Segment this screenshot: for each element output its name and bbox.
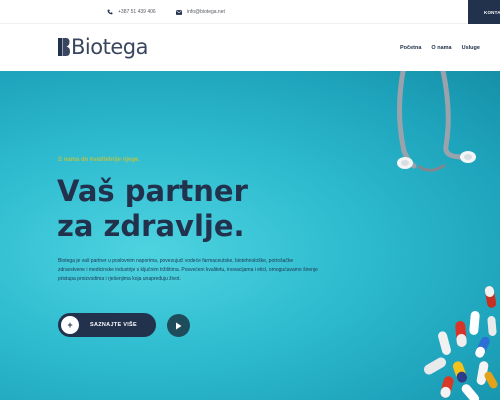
nav-item-pocetna[interactable]: Početna <box>400 45 421 51</box>
hero-title: Vaš partner za zdravlje. <box>57 174 248 244</box>
contact-button[interactable]: KONTAKT <box>468 0 500 24</box>
play-icon <box>176 322 182 329</box>
plus-icon: + <box>61 316 79 334</box>
hero-section: S nama do kvalitetnije njege. Vaš partne… <box>0 71 500 400</box>
top-bar: +387 51 439 406 info@biotega.net KONTAKT <box>0 0 500 24</box>
nav-item-o-nama[interactable]: O nama <box>431 45 451 51</box>
stethoscope-icon <box>397 71 476 172</box>
learn-more-button[interactable]: + SAZNAJTE VIŠE <box>58 313 156 337</box>
logo-mark-icon <box>58 38 70 56</box>
site-header: Biotega Početna O nama Usluge <box>0 24 500 71</box>
mail-icon <box>176 9 182 15</box>
play-video-button[interactable] <box>167 314 190 337</box>
pills-icon <box>423 286 498 400</box>
phone-number: +387 51 439 406 <box>118 9 156 15</box>
hero-title-line-2: za zdravlje. <box>57 209 245 243</box>
hero-tagline: S nama do kvalitetnije njege. <box>58 157 141 163</box>
main-nav: Početna O nama Usluge <box>390 24 480 71</box>
hero-description: Biotega je vaš partner u poslovnim napor… <box>58 258 318 282</box>
logo[interactable]: Biotega <box>58 35 148 59</box>
logo-text: Biotega <box>71 35 148 59</box>
phone-icon <box>107 9 113 15</box>
hero-title-line-1: Vaš partner <box>57 174 248 208</box>
email-address: info@biotega.net <box>187 9 225 15</box>
learn-more-label: SAZNAJTE VIŠE <box>90 322 137 328</box>
email-contact[interactable]: info@biotega.net <box>176 0 225 24</box>
phone-contact[interactable]: +387 51 439 406 <box>107 0 156 24</box>
nav-item-usluge[interactable]: Usluge <box>462 45 480 51</box>
